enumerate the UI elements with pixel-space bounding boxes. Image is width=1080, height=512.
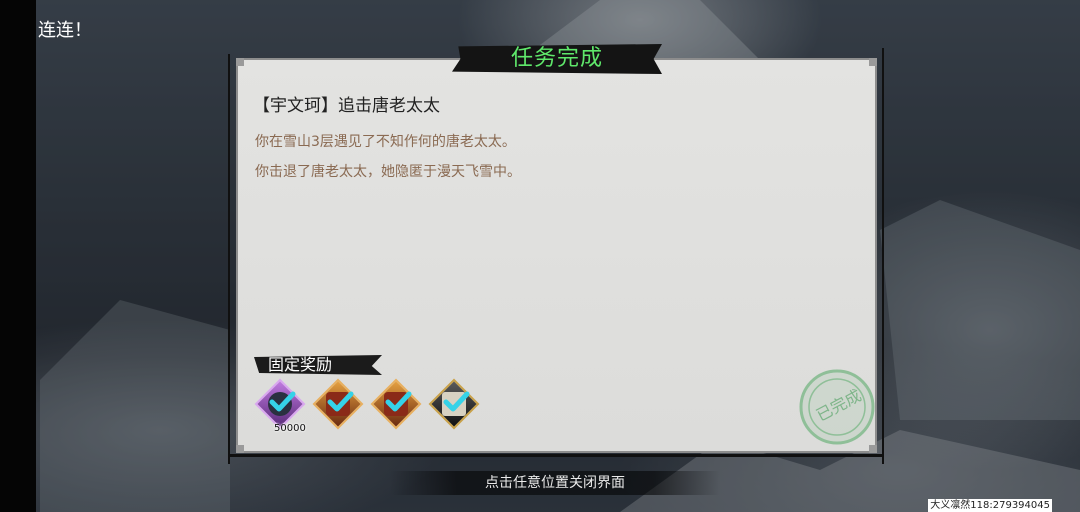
reward-item-chest[interactable] (370, 378, 422, 430)
user-id-label: 大义凛然118:279394045 (928, 499, 1052, 512)
close-hint[interactable]: 点击任意位置关闭界面 (390, 471, 720, 495)
panel-corner (236, 445, 244, 453)
quest-title: 【宇文珂】追击唐老太太 (253, 96, 440, 116)
reward-count: 50000 (274, 423, 306, 434)
panel-corner (236, 58, 244, 66)
frame-bottom-line (230, 454, 882, 457)
screen-edge (0, 0, 36, 512)
frame-left-line (228, 54, 230, 464)
chat-message: 连连！ (38, 20, 92, 41)
check-icon (443, 391, 470, 412)
panel-title: 任务完成 (510, 46, 603, 71)
panel-corner (869, 58, 877, 66)
frame-right-line (882, 48, 884, 464)
quest-description-line: 你在雪山3层遇见了不知作何的唐老太太。 (255, 134, 516, 150)
check-icon (269, 391, 296, 412)
reward-item-book[interactable] (428, 378, 480, 430)
reward-item-chest[interactable] (312, 378, 364, 430)
check-icon (385, 391, 412, 412)
quest-description-line: 你击退了唐老太太，她隐匿于漫天飞雪中。 (255, 164, 521, 180)
reward-label: 固定奖励 (268, 355, 333, 374)
check-icon (327, 391, 354, 412)
